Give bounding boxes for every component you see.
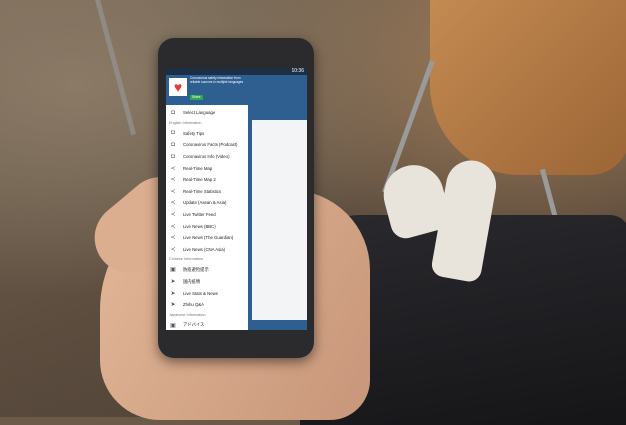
menu-item[interactable]: ≺ Live News (CNA Asia) — [166, 244, 248, 256]
send-icon: ➤ — [170, 290, 176, 297]
drawer-menu: ◘ Select Language English Information ◘ S… — [166, 105, 248, 330]
menu-item-label: Real-Time Map 2 — [183, 177, 216, 183]
menu-item[interactable]: ≺ Update (Asean & Asia) — [166, 197, 248, 209]
section-japanese: Japanese Information — [169, 312, 206, 317]
menu-item-label: Safety Tips — [183, 130, 205, 136]
menu-item-label: Live News (CNA Asia) — [183, 246, 226, 252]
menu-item[interactable]: ≺ Live Twitter Feed — [166, 209, 248, 221]
menu-item[interactable]: ➤ 国内疫情 — [166, 276, 248, 288]
status-bar: 10:36 — [166, 68, 307, 75]
section-english: English Information — [169, 120, 202, 125]
menu-item-label: Live News (BBC) — [183, 223, 216, 229]
menu-item[interactable]: ◘ Coronavirus Info (Video) — [166, 151, 248, 163]
menu-item[interactable]: ≺ Real-Time Statistics — [166, 186, 248, 198]
menu-item[interactable]: ▣ 防疫避险提示 — [166, 264, 248, 276]
drawer-header: ♥ Coronavirus safety information from re… — [166, 75, 248, 105]
menu-item-label: Real-Time Statistics — [183, 188, 222, 194]
camera-icon: ◘ — [171, 141, 175, 148]
menu-item-label: Coronavirus Info (Video) — [183, 154, 230, 160]
menu-item-label: Live Stats & News — [183, 290, 218, 296]
share-button[interactable]: Share — [190, 95, 203, 100]
status-time: 10:36 — [291, 68, 304, 74]
section-chinese: Chinese Information — [169, 257, 203, 262]
gallery-icon: ▣ — [170, 267, 176, 274]
select-language-label: Select Language — [183, 110, 216, 116]
menu-item[interactable]: ≺ Live News (The Guardian) — [166, 232, 248, 244]
share-icon: ≺ — [170, 177, 176, 184]
share-icon: ≺ — [170, 235, 176, 242]
menu-item-label: Coronavirus Facts (Podcast) — [183, 142, 238, 148]
heart-icon: ♥ — [169, 78, 187, 96]
menu-item[interactable]: ◘ Coronavirus Facts (Podcast) — [166, 139, 248, 151]
share-icon: ≺ — [170, 165, 176, 172]
gallery-icon: ▣ — [170, 322, 176, 329]
share-icon: ≺ — [170, 246, 176, 253]
menu-item-label: Update (Asean & Asia) — [183, 200, 227, 206]
menu-item-label: 国内疫情 — [183, 278, 201, 284]
navigation-drawer: ♥ Coronavirus safety information from re… — [166, 75, 248, 330]
menu-item[interactable]: ≺ Real-Time Map — [166, 162, 248, 174]
select-language-item[interactable]: ◘ Select Language — [166, 107, 248, 119]
menu-item-label: 防疫避险提示 — [183, 266, 209, 272]
background-app-content — [248, 75, 307, 330]
menu-item-label: Zhihu Q&A — [183, 302, 205, 308]
camera-icon: ◘ — [171, 130, 175, 137]
menu-item[interactable]: ➤ Live Stats & News — [166, 287, 248, 299]
menu-item-label: アドバイス — [183, 322, 205, 328]
menu-item-label: Live News (The Guardian) — [183, 235, 234, 241]
send-icon: ➤ — [170, 302, 176, 309]
chair-seat — [430, 0, 626, 175]
menu-item[interactable]: ➤ Zhihu Q&A — [166, 299, 248, 311]
send-icon: ➤ — [170, 279, 176, 286]
camera-icon: ◘ — [171, 109, 175, 116]
share-icon: ≺ — [170, 212, 176, 219]
camera-icon: ◘ — [171, 153, 175, 160]
share-icon: ≺ — [170, 223, 176, 230]
menu-item-label: Real-Time Map — [183, 165, 213, 171]
phone-screen: 10:36 ♥ Coronavirus safety information f… — [166, 68, 307, 330]
menu-item[interactable]: ≺ Live News (BBC) — [166, 220, 248, 232]
background-poster — [252, 120, 307, 320]
menu-item[interactable]: ≺ Real-Time Map 2 — [166, 174, 248, 186]
menu-item[interactable]: ◘ Safety Tips — [166, 128, 248, 140]
share-icon: ≺ — [170, 188, 176, 195]
share-icon: ≺ — [170, 200, 176, 207]
menu-item[interactable]: ▣ アドバイス — [166, 320, 248, 331]
menu-item-label: Live Twitter Feed — [183, 212, 216, 218]
app-description: Coronavirus safety information from reli… — [190, 76, 244, 84]
